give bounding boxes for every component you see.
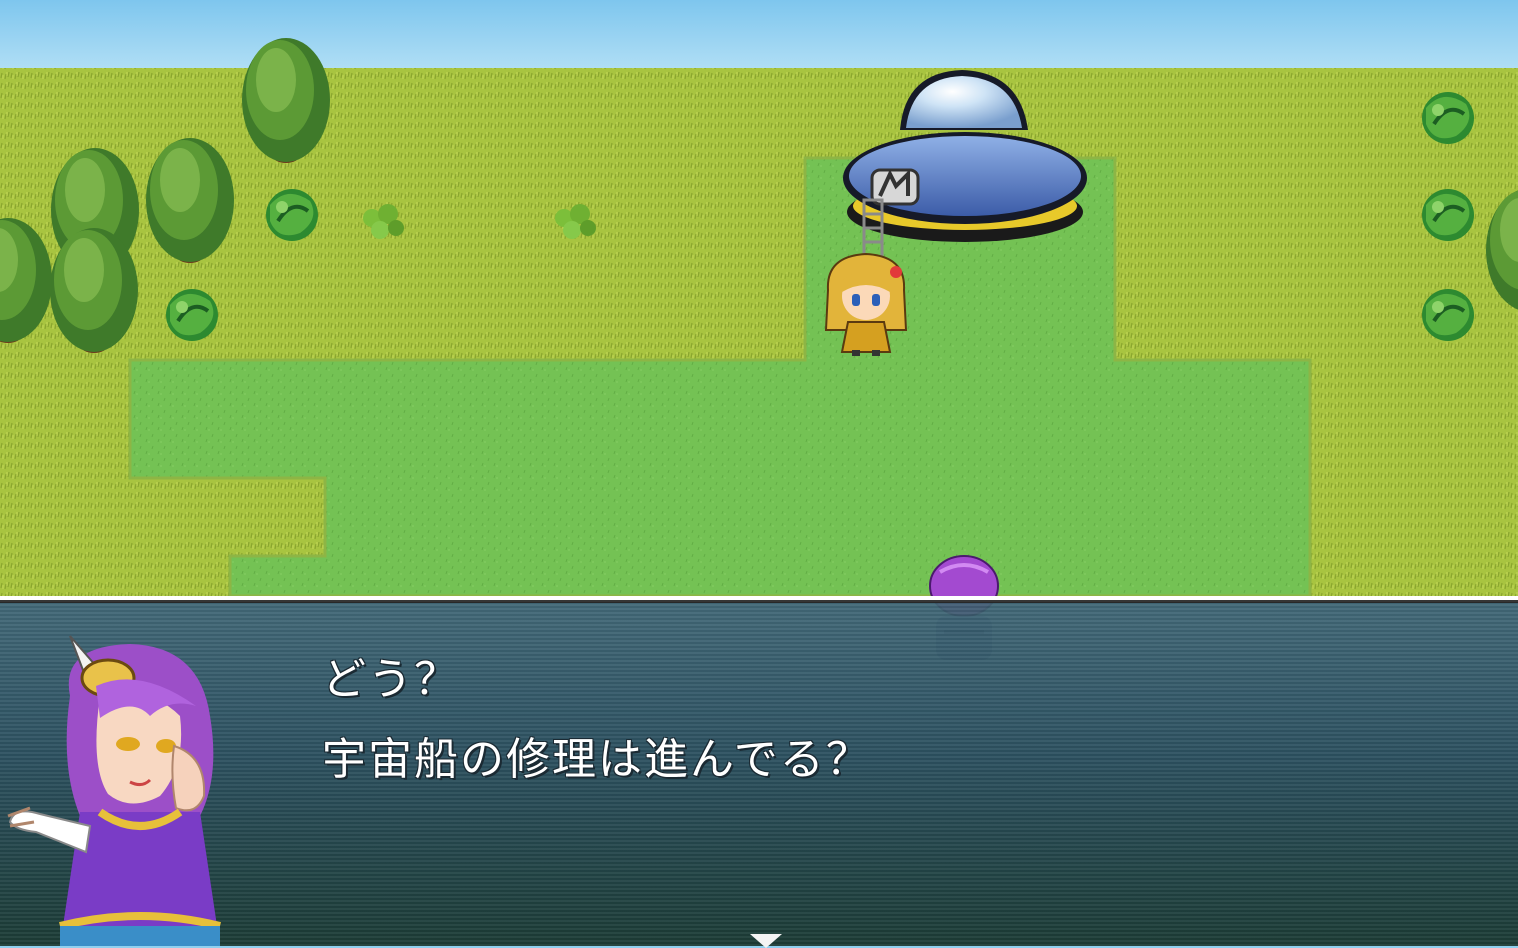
dialog-text: どう？ 宇宙船の修理は進んでる？ [322, 640, 872, 800]
vine-bush [164, 287, 220, 343]
vine-bush [1420, 90, 1476, 146]
dialog-line: 宇宙船の修理は進んでる？ [322, 734, 872, 785]
pine-tree [242, 38, 330, 163]
pine-tree [50, 228, 138, 353]
vine-bush [264, 187, 320, 243]
vine-bush [1420, 287, 1476, 343]
vine-bush [1420, 187, 1476, 243]
character-portrait [7, 635, 221, 946]
pine-tree [146, 138, 234, 263]
dialog-line: どう？ [322, 654, 460, 705]
